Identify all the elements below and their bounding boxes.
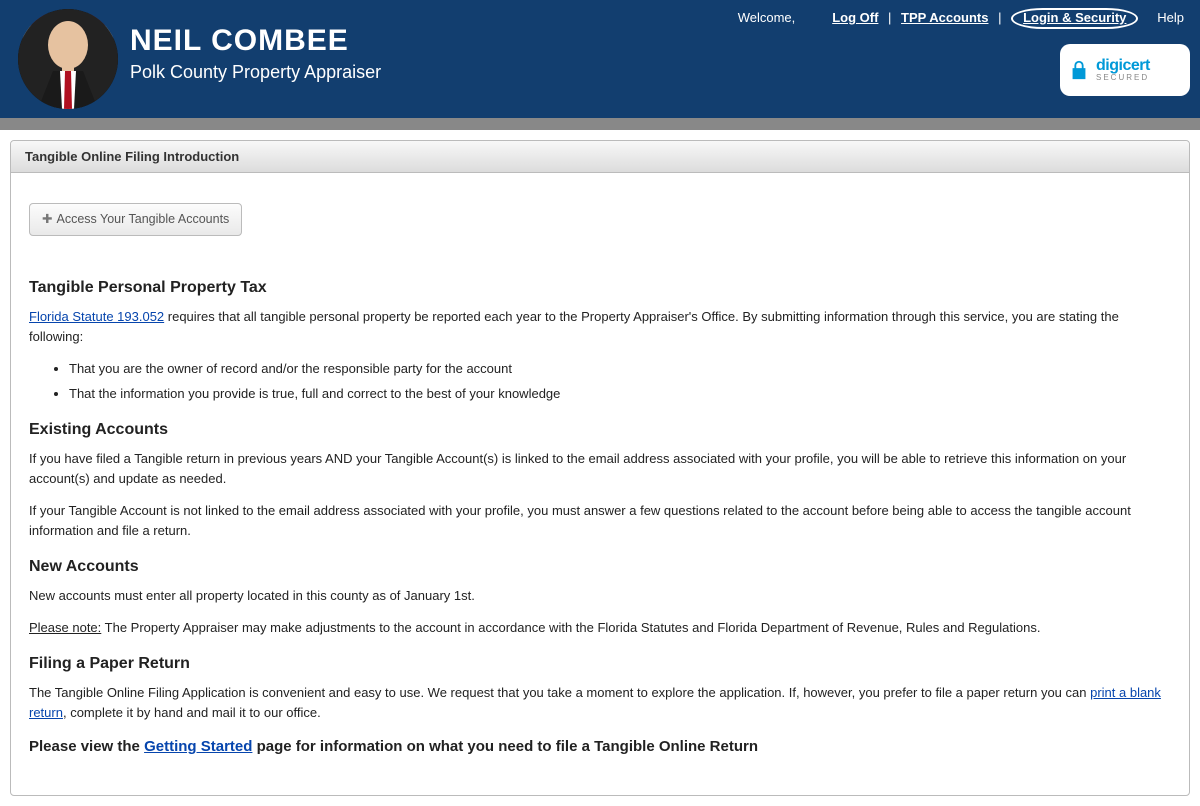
existing-p2: If your Tangible Account is not linked t…: [29, 501, 1171, 541]
section-heading-new: New Accounts: [29, 555, 1171, 580]
badge-text: digicert SECURED: [1096, 58, 1150, 82]
site-subtitle: Polk County Property Appraiser: [130, 62, 381, 83]
section-heading-paper: Filing a Paper Return: [29, 652, 1171, 677]
page-header: NEIL COMBEE Polk County Property Apprais…: [0, 0, 1200, 118]
logoff-link[interactable]: Log Off: [832, 10, 878, 25]
login-security-link[interactable]: Login & Security: [1023, 10, 1126, 25]
site-name: NEIL COMBEE: [130, 24, 381, 58]
access-accounts-label: Access Your Tangible Accounts: [56, 212, 229, 226]
title-block: NEIL COMBEE Polk County Property Apprais…: [130, 24, 381, 83]
avatar: [18, 9, 118, 109]
please-note-text: The Property Appraiser may make adjustme…: [101, 620, 1040, 635]
digicert-badge: digicert SECURED: [1060, 44, 1190, 96]
list-item: That the information you provide is true…: [69, 384, 1171, 404]
separator: |: [998, 10, 1001, 25]
tpp-accounts-link[interactable]: TPP Accounts: [901, 10, 988, 25]
paper-paragraph: The Tangible Online Filing Application i…: [29, 683, 1171, 723]
main-panel: Tangible Online Filing Introduction ✚ Acc…: [10, 140, 1190, 796]
panel-title: Tangible Online Filing Introduction: [11, 141, 1189, 173]
panel-body: ✚ Access Your Tangible Accounts Tangible …: [11, 173, 1189, 795]
paper-text-a: The Tangible Online Filing Application i…: [29, 685, 1090, 700]
divider-strip: [0, 118, 1200, 130]
access-accounts-button[interactable]: ✚ Access Your Tangible Accounts: [29, 203, 242, 236]
top-nav: Welcome, Log Off | TPP Accounts | Login …: [734, 8, 1188, 29]
help-link[interactable]: Help: [1157, 10, 1184, 25]
existing-p1: If you have filed a Tangible return in p…: [29, 449, 1171, 489]
list-item: That you are the owner of record and/or …: [69, 359, 1171, 379]
section-heading-tpp-tax: Tangible Personal Property Tax: [29, 276, 1171, 301]
section-heading-existing: Existing Accounts: [29, 418, 1171, 443]
florida-statute-link[interactable]: Florida Statute 193.052: [29, 309, 164, 324]
lock-icon: [1068, 59, 1090, 81]
welcome-label: Welcome,: [738, 10, 796, 25]
requirement-list: That you are the owner of record and/or …: [69, 359, 1171, 403]
please-note-paragraph: Please note: The Property Appraiser may …: [29, 618, 1171, 638]
paper-text-b: , complete it by hand and mail it to our…: [63, 705, 321, 720]
intro-paragraph: Florida Statute 193.052 requires that al…: [29, 307, 1171, 347]
please-note-label: Please note:: [29, 620, 101, 635]
new-p1: New accounts must enter all property loc…: [29, 586, 1171, 606]
login-security-highlight: Login & Security: [1011, 8, 1138, 29]
separator: |: [888, 10, 891, 25]
intro-text: requires that all tangible personal prop…: [29, 309, 1119, 344]
plus-icon: ✚: [42, 212, 52, 226]
